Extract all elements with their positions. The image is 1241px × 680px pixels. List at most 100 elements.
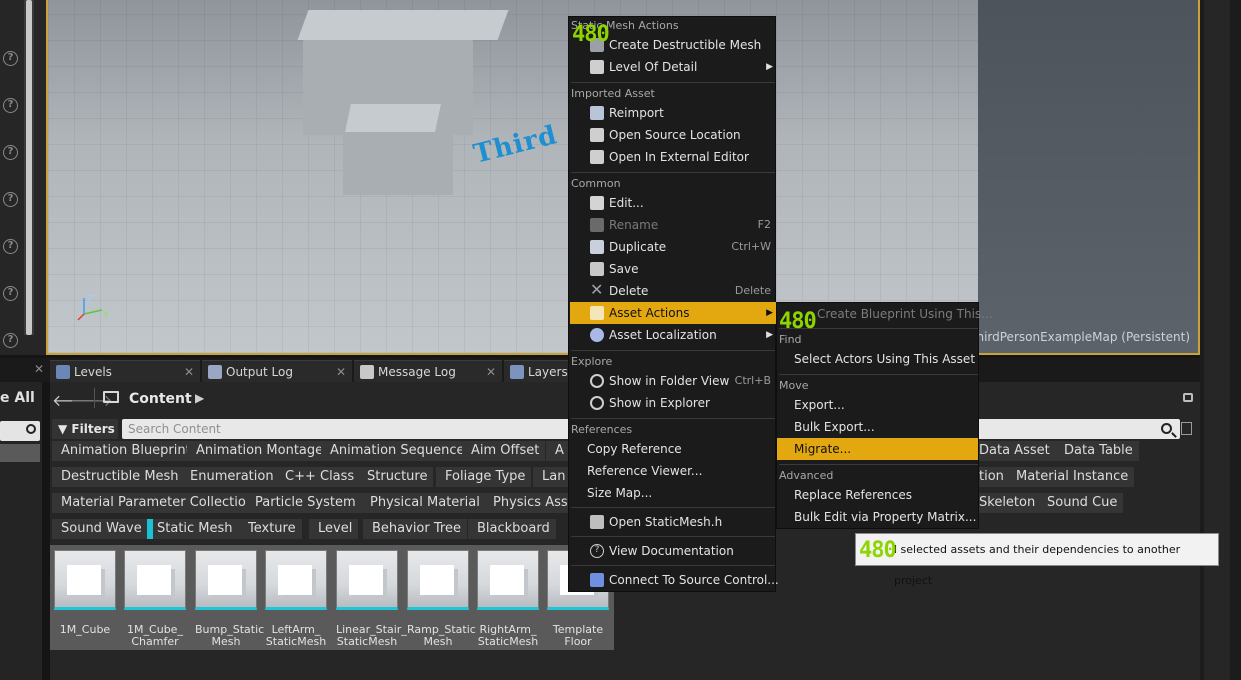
- menu-item-label: Size Map...: [587, 486, 653, 500]
- vertical-scrollbar[interactable]: [24, 0, 34, 335]
- tab-layers[interactable]: Layers: [504, 360, 570, 382]
- filter-chip[interactable]: Aim Offset: [462, 441, 546, 461]
- filter-chip[interactable]: Enumeration: [181, 467, 280, 487]
- menu-item-label: Show in Folder View: [609, 374, 730, 388]
- menu-item-save[interactable]: Save: [570, 258, 776, 280]
- asset-tile[interactable]: 1M_Cube_ Chamfer: [124, 550, 186, 648]
- filter-chip[interactable]: Sound Wave: [52, 519, 148, 539]
- submenu-item-export[interactable]: Export...: [777, 394, 978, 416]
- menu-separator: [571, 565, 775, 566]
- axis-gizmo: Z Y: [77, 294, 110, 321]
- panel-divider[interactable]: [42, 382, 50, 680]
- help-icon[interactable]: ?: [3, 239, 18, 254]
- filter-chip[interactable]: C++ Class: [276, 467, 361, 487]
- filter-chip[interactable]: Lan: [533, 467, 572, 487]
- static-mesh-thumbnail: [195, 550, 257, 610]
- filters-button[interactable]: ▼ Filters: [52, 419, 118, 439]
- menu-item-level-of-detail[interactable]: Level Of Detail ▶: [570, 56, 776, 78]
- filter-chip[interactable]: Skeleton: [970, 493, 1042, 513]
- save-all-button[interactable]: e All: [0, 390, 35, 406]
- close-icon[interactable]: ✕: [336, 361, 346, 382]
- menu-item-view-documentation[interactable]: ? View Documentation: [570, 540, 776, 562]
- filter-chip[interactable]: Sound Cue: [1038, 493, 1124, 513]
- filter-chip[interactable]: Animation Sequence: [321, 441, 471, 461]
- menu-item-open-static-mesh-h[interactable]: Open StaticMesh.h: [570, 511, 776, 533]
- levels-icon: [56, 365, 70, 379]
- filter-chip[interactable]: Material Instance: [1007, 467, 1135, 487]
- filter-chip[interactable]: Animation Blueprint: [52, 441, 197, 461]
- submenu-item-bulk-edit[interactable]: Bulk Edit via Property Matrix...: [777, 506, 978, 528]
- filter-chip[interactable]: Behavior Tree: [363, 519, 467, 539]
- right-scroll-track[interactable]: [1204, 0, 1230, 680]
- filter-chip[interactable]: Level: [309, 519, 359, 539]
- submenu-arrow-icon: ▶: [766, 62, 773, 72]
- menu-item-open-external-editor[interactable]: Open In External Editor: [570, 146, 776, 168]
- submenu-arrow-icon: ▶: [766, 330, 773, 340]
- filter-chip[interactable]: Structure: [358, 467, 434, 487]
- filter-chip[interactable]: Data Table: [1055, 441, 1139, 461]
- section-references: References: [571, 423, 633, 436]
- breadcrumb-content[interactable]: Content: [129, 391, 192, 407]
- filter-chip[interactable]: Animation Montage: [187, 441, 330, 461]
- close-icon[interactable]: ✕: [486, 361, 496, 382]
- asset-tile[interactable]: Ramp_Static Mesh: [407, 550, 476, 648]
- tab-output-log[interactable]: Output Log ✕: [202, 360, 352, 382]
- menu-item-delete[interactable]: ✕ Delete Delete: [570, 280, 776, 302]
- tab-message-log[interactable]: Message Log ✕: [354, 360, 502, 382]
- lock-icon[interactable]: [1183, 393, 1193, 402]
- filter-chip[interactable]: Data Asset: [970, 441, 1056, 461]
- menu-item-reference-viewer[interactable]: Reference Viewer...: [570, 460, 776, 482]
- menu-item-open-source-location[interactable]: Open Source Location: [570, 124, 776, 146]
- filter-chip[interactable]: Destructible Mesh: [52, 467, 185, 487]
- asset-tile[interactable]: Linear_Stair_ StaticMesh: [336, 550, 407, 648]
- asset-tile[interactable]: 1M_Cube: [54, 550, 116, 636]
- submenu-item-select-actors[interactable]: Select Actors Using This Asset: [777, 348, 978, 370]
- filter-chip[interactable]: Blackboard: [468, 519, 556, 539]
- sources-search-input[interactable]: [0, 421, 40, 441]
- filter-chip-active[interactable]: Static Mesh: [147, 519, 239, 539]
- close-icon[interactable]: ✕: [34, 362, 44, 376]
- asset-tile[interactable]: LeftArm_ StaticMesh: [265, 550, 327, 648]
- help-icon[interactable]: ?: [3, 286, 18, 301]
- menu-item-duplicate[interactable]: Duplicate Ctrl+W: [570, 236, 776, 258]
- filter-chip[interactable]: A: [546, 441, 570, 461]
- filter-chip[interactable]: Texture: [239, 519, 302, 539]
- right-panel-edge: [1200, 0, 1241, 680]
- menu-item-size-map[interactable]: Size Map...: [570, 482, 776, 504]
- filter-chip[interactable]: Physical Material: [361, 493, 486, 513]
- submenu-item-migrate[interactable]: Migrate...: [777, 438, 978, 460]
- asset-tile[interactable]: Bump_Static Mesh: [195, 550, 264, 648]
- menu-item-reimport[interactable]: Reimport: [570, 102, 776, 124]
- menu-item-asset-localization[interactable]: Asset Localization ▶: [570, 324, 776, 346]
- save-search-icon[interactable]: [1181, 422, 1192, 435]
- sources-selected-folder[interactable]: [0, 444, 40, 462]
- menu-item-edit[interactable]: Edit...: [570, 192, 776, 214]
- help-icon[interactable]: ?: [3, 51, 18, 66]
- menu-item-show-in-explorer[interactable]: Show in Explorer: [570, 392, 776, 414]
- menu-item-asset-actions[interactable]: Asset Actions ▶: [570, 302, 776, 324]
- submenu-item-replace-references[interactable]: Replace References: [777, 484, 978, 506]
- submenu-item-bulk-export[interactable]: Bulk Export...: [777, 416, 978, 438]
- folder-open-icon: [590, 128, 604, 142]
- menu-item-show-in-folder-view[interactable]: Show in Folder View Ctrl+B: [570, 370, 776, 392]
- menu-item-label: Select Actors Using This Asset: [794, 352, 976, 366]
- menu-item-label: Open In External Editor: [609, 150, 749, 164]
- menu-item-copy-reference[interactable]: Copy Reference: [570, 438, 776, 460]
- filter-chip[interactable]: Physics Ass: [484, 493, 574, 513]
- help-icon[interactable]: ?: [3, 192, 18, 207]
- asset-name: 1M_Cube: [59, 623, 111, 636]
- menu-item-rename[interactable]: Rename F2: [570, 214, 776, 236]
- help-icon[interactable]: ?: [3, 98, 18, 113]
- menu-item-connect-source-control[interactable]: Connect To Source Control...: [570, 569, 779, 591]
- tab-levels[interactable]: Levels ✕: [50, 360, 200, 382]
- filters-label: Filters: [71, 422, 115, 436]
- close-icon[interactable]: ✕: [184, 361, 194, 382]
- filter-chip[interactable]: Material Parameter Collection: [52, 493, 261, 513]
- help-icon[interactable]: ?: [3, 145, 18, 160]
- filter-chip[interactable]: Particle System: [246, 493, 362, 513]
- migrate-tooltip: l selected assets and their dependencies…: [855, 533, 1219, 587]
- help-icon[interactable]: ?: [3, 333, 18, 348]
- filter-chip[interactable]: Foliage Type: [436, 467, 532, 487]
- asset-tile[interactable]: RightArm_ StaticMesh: [477, 550, 539, 648]
- breadcrumb-caret-icon[interactable]: ▶: [195, 391, 204, 405]
